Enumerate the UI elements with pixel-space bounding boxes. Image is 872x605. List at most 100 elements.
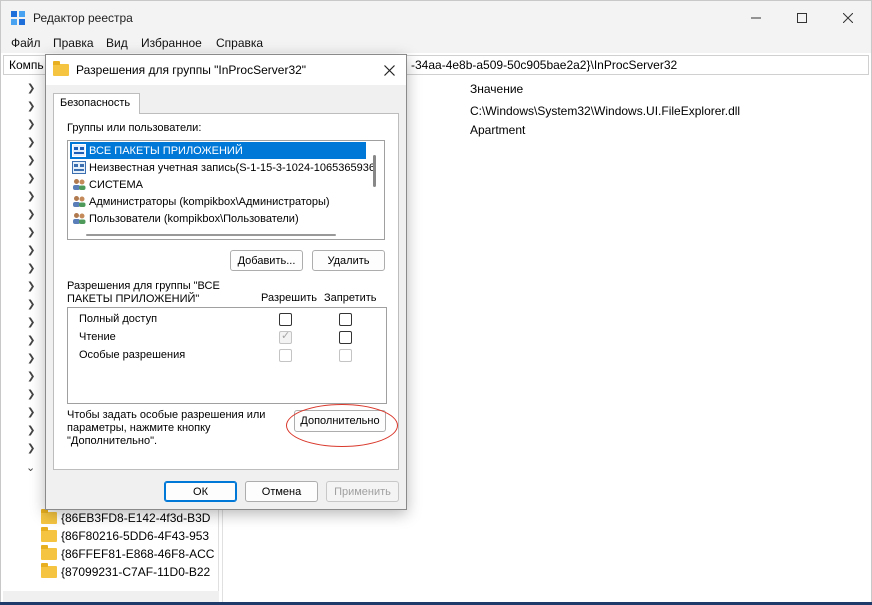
deny-full-control-checkbox[interactable] [339,313,352,326]
deny-read-checkbox[interactable] [339,331,352,344]
groups-label: Группы или пользователи: [67,122,202,134]
menu-help[interactable]: Справка [216,36,263,50]
menu-view[interactable]: Вид [106,36,128,50]
list-item-label: Неизвестная учетная запись(S-1-15-3-1024… [89,161,375,174]
list-item-label: Администраторы (kompikbox\Администраторы… [89,195,330,208]
listbox-horizontal-scrollbar[interactable] [86,234,336,236]
list-item-label: СИСТЕМА [89,178,143,191]
list-item-label: ВСЕ ПАКЕТЫ ПРИЛОЖЕНИЙ [89,144,243,157]
permissions-label-line2: ПАКЕТЫ ПРИЛОЖЕНИЙ" [67,293,200,305]
deny-column-header: Запретить [324,292,377,304]
security-tab-panel: Группы или пользователи: ВСЕ ПАКЕТЫ ПРИЛ… [53,113,399,470]
list-item[interactable]: Пользователи (kompikbox\Пользователи) [72,210,299,227]
advanced-button[interactable]: Дополнительно [294,410,386,432]
title-bar[interactable]: Редактор реестра [1,1,871,35]
listbox-vertical-scrollbar[interactable] [373,155,376,187]
regedit-icon [11,11,25,25]
remove-button[interactable]: Удалить [312,250,385,271]
expand-arrow-icon[interactable]: ❯ [27,299,35,310]
groups-listbox[interactable]: ВСЕ ПАКЕТЫ ПРИЛОЖЕНИЙ Неизвестная учетна… [67,140,385,240]
permissions-list: Полный доступ Чтение Особые разрешения [67,307,387,404]
value-cell[interactable]: C:\Windows\System32\Windows.UI.FileExplo… [470,104,740,118]
permissions-dialog: Разрешения для группы "InProcServer32" Б… [45,54,407,510]
cancel-button[interactable]: Отмена [245,481,318,502]
minimize-icon [751,17,761,19]
expand-arrow-icon[interactable]: ❯ [27,371,35,382]
permission-special: Особые разрешения [79,349,186,361]
folder-icon [41,526,57,542]
minimize-button[interactable] [733,1,779,35]
expand-arrow-icon[interactable]: ❯ [27,137,35,148]
group-users-icon [73,213,86,224]
expand-arrow-icon[interactable]: ❯ [27,227,35,238]
folder-icon [41,562,57,578]
column-header-value[interactable]: Значение [470,82,523,96]
advanced-hint-line2: параметры, нажмите кнопку [67,422,211,434]
advanced-hint-line3: "Дополнительно". [67,435,158,447]
group-users-icon [73,179,86,190]
expand-arrow-icon[interactable]: ❯ [27,425,35,436]
ok-button[interactable]: ОК [164,481,237,502]
dialog-title: Разрешения для группы "InProcServer32" [76,63,307,77]
tree-item-label: {86FFEF81-E868-46F8-ACC [61,546,215,561]
expand-arrow-icon[interactable]: ❯ [27,389,35,400]
list-item[interactable]: Администраторы (kompikbox\Администраторы… [72,193,330,210]
menu-bar: Файл Правка Вид Избранное Справка [1,35,871,53]
expand-arrow-icon[interactable]: ❯ [27,353,35,364]
expand-arrow-icon[interactable]: ❯ [27,191,35,202]
allow-read-checkbox[interactable] [279,329,292,344]
menu-file[interactable]: Файл [11,36,41,50]
expand-arrow-icon[interactable]: ❯ [27,245,35,256]
maximize-icon [797,13,807,23]
collapse-arrow-icon[interactable]: ⌄ [26,461,35,474]
expand-arrow-icon[interactable]: ❯ [27,155,35,166]
expand-arrow-icon[interactable]: ❯ [27,443,35,454]
tree-item-label: {86F80216-5DD6-4F43-953 [61,528,210,543]
close-button[interactable] [825,1,871,35]
advanced-hint-line1: Чтобы задать особые разрешения или [67,409,266,421]
tree-item[interactable]: {86FFEF81-E868-46F8-ACC [41,544,215,562]
tree-item-label: {87099231-C7AF-11D0-B22 [61,564,211,579]
dialog-close-button[interactable] [380,61,398,79]
folder-icon [53,61,69,76]
deny-special-checkbox [339,349,352,362]
tree-item[interactable]: {86EB3FD8-E142-4f3d-B3D [41,508,211,526]
folder-icon [41,508,57,524]
folder-icon [41,544,57,560]
group-users-icon [73,196,86,207]
tree-item[interactable]: {86F80216-5DD6-4F43-953 [41,526,210,544]
menu-favorites[interactable]: Избранное [141,36,202,50]
dialog-title-bar[interactable]: Разрешения для группы "InProcServer32" [46,55,406,85]
window-title: Редактор реестра [33,11,133,25]
expand-arrow-icon[interactable]: ❯ [27,209,35,220]
add-button[interactable]: Добавить... [230,250,303,271]
maximize-button[interactable] [779,1,825,35]
menu-edit[interactable]: Правка [53,36,94,50]
allow-special-checkbox [279,349,292,362]
apply-button[interactable]: Применить [326,481,399,502]
close-icon [843,13,853,23]
expand-arrow-icon[interactable]: ❯ [27,317,35,328]
expand-arrow-icon[interactable]: ❯ [27,263,35,274]
close-icon [383,64,395,76]
tab-security[interactable]: Безопасность [53,93,140,114]
permission-full-control: Полный доступ [79,313,158,325]
value-cell[interactable]: Apartment [470,123,525,137]
allow-full-control-checkbox[interactable] [279,313,292,326]
tree-item-label: {86EB3FD8-E142-4f3d-B3D [61,510,211,525]
app-packages-icon [72,144,86,157]
expand-arrow-icon[interactable]: ❯ [27,101,35,112]
tree-item[interactable]: {87099231-C7AF-11D0-B22 [41,562,211,580]
expand-arrow-icon[interactable]: ❯ [27,407,35,418]
address-path-start: Компь [9,58,44,72]
expand-arrow-icon[interactable]: ❯ [27,173,35,184]
address-path-end: -34aa-4e8b-a509-50c905bae2a2}\InProcServ… [411,58,678,72]
expand-arrow-icon[interactable]: ❯ [27,335,35,346]
list-item[interactable]: СИСТЕМА [72,176,143,193]
list-item[interactable]: ВСЕ ПАКЕТЫ ПРИЛОЖЕНИЙ [70,142,366,159]
expand-arrow-icon[interactable]: ❯ [27,83,35,94]
expand-arrow-icon[interactable]: ❯ [27,281,35,292]
list-item[interactable]: Неизвестная учетная запись(S-1-15-3-1024… [72,159,375,176]
list-item-label: Пользователи (kompikbox\Пользователи) [89,212,299,225]
expand-arrow-icon[interactable]: ❯ [27,119,35,130]
